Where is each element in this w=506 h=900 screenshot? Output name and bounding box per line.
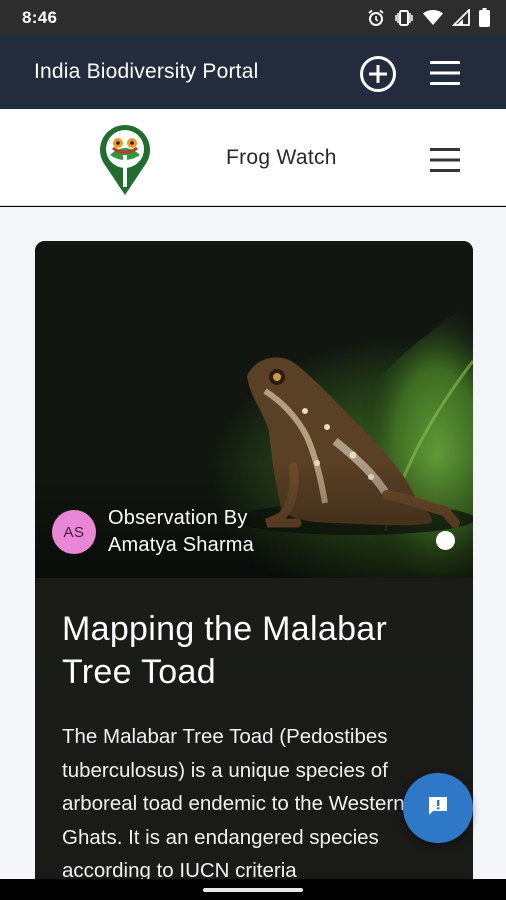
status-icons [367,8,490,27]
avatar[interactable]: AS [52,510,96,554]
observer-info[interactable]: AS Observation By Amatya Sharma [52,505,254,559]
frog-watch-logo[interactable] [96,121,154,197]
observation-card[interactable]: AS Observation By Amatya Sharma Mapping … [35,241,473,879]
battery-icon [479,8,490,27]
wifi-icon [423,9,443,26]
card-title[interactable]: Mapping the Malabar Tree Toad [62,608,452,694]
site-name[interactable]: Frog Watch [226,146,337,170]
hamburger-menu-icon[interactable] [428,60,462,86]
app-bar: India Biodiversity Portal [0,35,506,109]
vibrate-icon [394,9,414,27]
signal-icon [452,9,470,26]
system-navigation-bar [0,879,506,900]
alarm-icon [367,9,385,27]
app-title: India Biodiversity Portal [34,60,259,83]
carousel-dot[interactable] [436,531,455,550]
status-time: 8:46 [22,8,58,27]
site-header: Frog Watch [0,109,506,206]
hamburger-menu-icon[interactable] [428,147,462,173]
feedback-button[interactable] [403,773,473,843]
observer-label: Observation By [108,507,248,529]
add-circle-icon[interactable] [359,55,397,93]
observer-text: Observation By Amatya Sharma [108,505,254,559]
observer-name[interactable]: Amatya Sharma [108,532,254,559]
observation-photo[interactable]: AS Observation By Amatya Sharma [35,241,473,578]
feedback-icon [426,794,450,823]
status-bar: 8:46 [0,0,506,35]
home-gesture-pill[interactable] [203,888,303,892]
card-description: The Malabar Tree Toad (Pedostibes tuberc… [62,725,405,879]
card-body: Mapping the Malabar Tree Toad The Malaba… [35,578,473,879]
